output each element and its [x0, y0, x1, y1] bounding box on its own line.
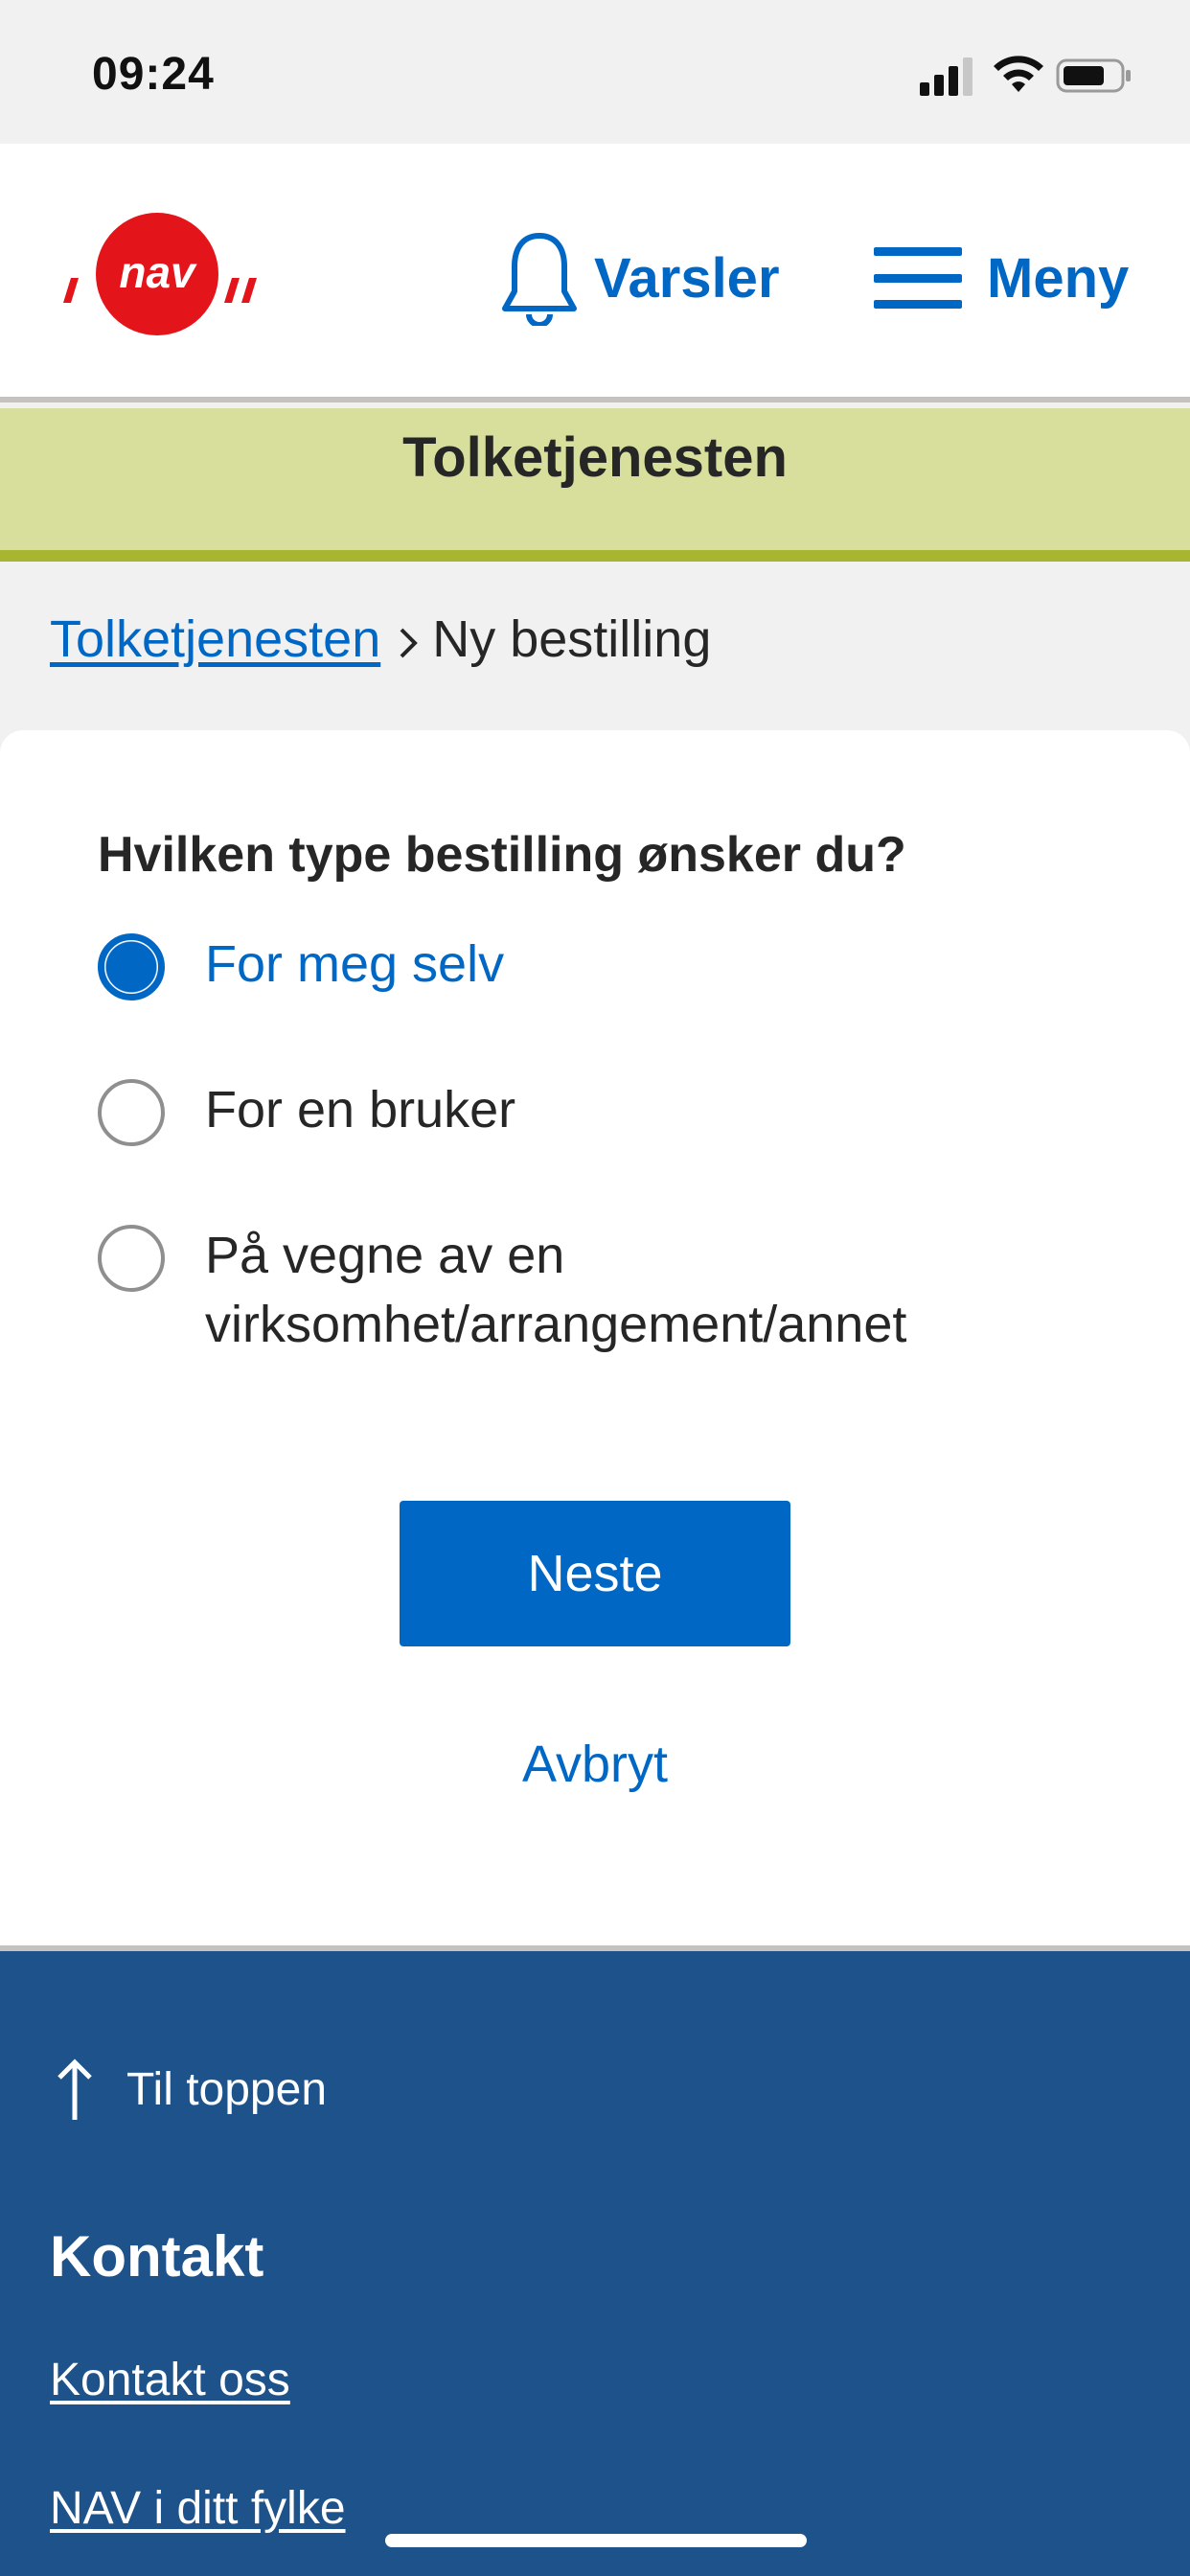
- arrow-up-icon: [57, 2058, 92, 2120]
- radio-unselected[interactable]: [98, 1079, 165, 1146]
- nav-logo[interactable]: nav: [57, 211, 261, 337]
- home-indicator[interactable]: [385, 2534, 807, 2547]
- status-time: 09:24: [92, 49, 215, 100]
- breadcrumb-link[interactable]: Tolketjenesten: [50, 610, 380, 669]
- breadcrumb: Tolketjenesten Ny bestilling: [50, 610, 711, 669]
- logo-text: nav: [119, 247, 197, 297]
- cancel-link[interactable]: Avbryt: [0, 1735, 1190, 1794]
- option-pa-vegne-av[interactable]: På vegne av en virksomhet/arrangement/an…: [98, 1221, 906, 1359]
- option-label-line2: virksomhet/arrangement/annet: [205, 1296, 907, 1353]
- cellular-signal-icon: [920, 58, 973, 96]
- notifications-button[interactable]: Varsler: [498, 228, 780, 328]
- contact-heading: Kontakt: [50, 2224, 264, 2288]
- back-to-top-link[interactable]: Til toppen: [52, 2057, 327, 2122]
- option-for-en-bruker[interactable]: For en bruker: [98, 1075, 515, 1146]
- site-footer: Til toppen Kontakt Kontakt oss NAV i dit…: [0, 1951, 1190, 2576]
- back-to-top-label: Til toppen: [126, 2063, 328, 2115]
- banner-title: Tolketjenesten: [402, 426, 788, 489]
- radio-unselected[interactable]: [98, 1225, 165, 1292]
- radio-selected[interactable]: [98, 933, 165, 1000]
- option-for-meg-selv[interactable]: For meg selv: [98, 930, 504, 1000]
- chevron-right-icon: [400, 628, 419, 658]
- order-type-card: Hvilken type bestilling ønsker du? For m…: [0, 730, 1190, 1947]
- next-button[interactable]: Neste: [400, 1501, 790, 1646]
- hamburger-menu-icon: [874, 247, 962, 309]
- bell-icon: [502, 233, 577, 326]
- contact-us-link[interactable]: Kontakt oss: [50, 2354, 290, 2406]
- order-type-question: Hvilken type bestilling ønsker du?: [98, 827, 906, 883]
- service-banner: Tolketjenesten: [0, 408, 1190, 562]
- battery-icon: [1056, 58, 1131, 93]
- status-bar: 09:24: [0, 0, 1190, 144]
- option-label: For meg selv: [205, 935, 505, 993]
- notifications-label: Varsler: [594, 246, 780, 310]
- nav-county-link[interactable]: NAV i ditt fylke: [50, 2482, 346, 2535]
- menu-button[interactable]: Meny: [874, 228, 1129, 328]
- site-header: nav Varsler Meny: [0, 144, 1190, 402]
- wifi-icon: [994, 56, 1043, 92]
- breadcrumb-current: Ny bestilling: [432, 610, 712, 668]
- option-label: For en bruker: [205, 1081, 516, 1138]
- option-label-line1: På vegne av en: [205, 1227, 565, 1284]
- option-label: På vegne av en virksomhet/arrangement/an…: [205, 1221, 906, 1359]
- menu-label: Meny: [987, 246, 1130, 310]
